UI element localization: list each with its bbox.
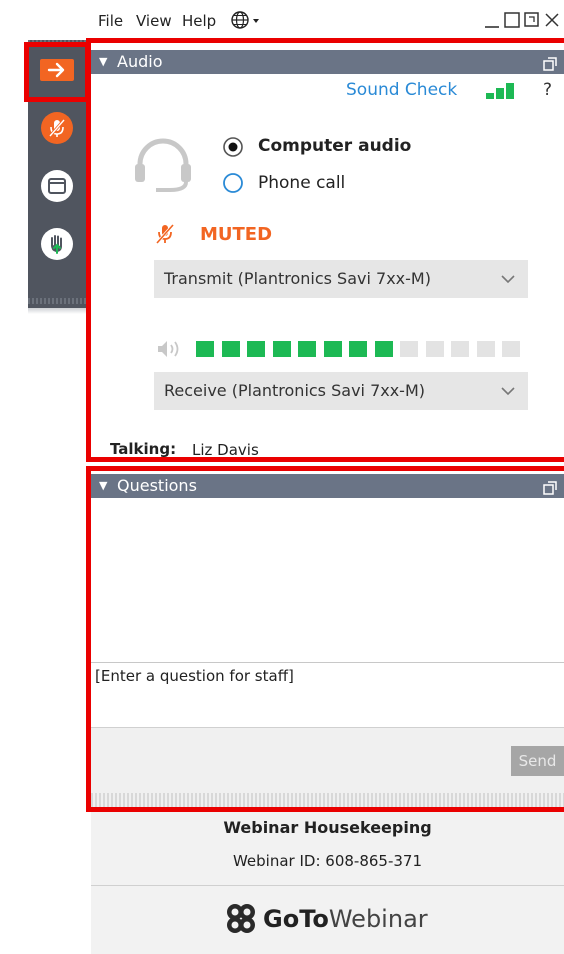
questions-action-bar xyxy=(91,727,564,793)
microphone-muted-small-icon xyxy=(154,222,176,250)
raise-hand-button[interactable] xyxy=(28,216,86,272)
transmit-device-value: Transmit (Plantronics Savi 7xx-M) xyxy=(164,269,431,288)
chevron-down-icon xyxy=(500,260,516,312)
microphone-muted-icon xyxy=(41,112,73,144)
minimize-icon[interactable] xyxy=(482,8,502,34)
talking-name: Liz Davis xyxy=(192,441,259,459)
level-segment xyxy=(323,341,342,357)
computer-audio-label[interactable]: Computer audio xyxy=(258,136,411,156)
level-segment xyxy=(425,341,444,357)
question-input-placeholder: [Enter a question for staff] xyxy=(95,667,294,685)
receive-device-select[interactable]: Receive (Plantronics Savi 7xx-M) xyxy=(154,372,528,410)
transmit-device-select[interactable]: Transmit (Plantronics Savi 7xx-M) xyxy=(154,260,528,298)
questions-pane-title: Questions xyxy=(117,476,197,495)
gotowebinar-logo: GoTo Webinar xyxy=(223,902,428,936)
raise-hand-icon xyxy=(41,228,73,260)
menu-view[interactable]: View xyxy=(136,12,172,30)
close-icon[interactable] xyxy=(542,8,562,34)
window-icon xyxy=(41,170,73,202)
signal-bars-icon xyxy=(486,82,518,104)
collapse-triangle-icon: ▼ xyxy=(99,479,108,492)
level-segment xyxy=(272,341,291,357)
computer-audio-radio[interactable] xyxy=(222,136,244,162)
send-button[interactable]: Send xyxy=(511,746,564,776)
speaker-icon xyxy=(156,338,186,364)
sound-check-link[interactable]: Sound Check xyxy=(346,80,457,100)
brand-goto: GoTo xyxy=(263,905,329,933)
popout-icon[interactable] xyxy=(543,54,557,78)
mute-toggle-button[interactable] xyxy=(28,100,86,156)
level-segment xyxy=(196,341,214,357)
toolbar-grip-bottom xyxy=(28,298,86,304)
menu-bar: File View Help xyxy=(90,0,564,38)
globe-language-icon[interactable] xyxy=(230,9,264,35)
gotowebinar-flower-icon xyxy=(227,904,255,933)
brand-webinar: Webinar xyxy=(328,905,428,933)
menu-help[interactable]: Help xyxy=(182,12,216,30)
chevron-down-icon xyxy=(500,372,516,424)
webinar-id: Webinar ID: 608-865-371 xyxy=(232,852,423,870)
maximize-icon[interactable] xyxy=(502,8,522,34)
footer-title: Webinar Housekeeping xyxy=(223,818,432,837)
level-segment xyxy=(476,341,495,357)
audio-pane-title: Audio xyxy=(117,52,163,71)
footer-divider xyxy=(91,885,564,886)
audio-pane-header[interactable]: ▼ Audio xyxy=(91,50,564,74)
questions-pane-header[interactable]: ▼ Questions xyxy=(91,474,564,498)
phone-call-radio[interactable] xyxy=(222,172,244,198)
restore-icon[interactable] xyxy=(522,8,542,34)
question-input[interactable]: [Enter a question for staff] xyxy=(91,663,564,727)
muted-status: MUTED xyxy=(200,224,273,245)
phone-call-label[interactable]: Phone call xyxy=(258,173,345,193)
level-segment xyxy=(221,341,240,357)
level-segment xyxy=(400,341,418,357)
headset-icon xyxy=(130,132,196,202)
level-segment xyxy=(502,341,520,357)
questions-log xyxy=(91,498,564,662)
footer: Webinar Housekeeping Webinar ID: 608-865… xyxy=(91,812,564,954)
speaker-level-meter xyxy=(196,341,528,357)
level-segment xyxy=(247,341,265,357)
collapse-triangle-icon: ▼ xyxy=(99,55,108,68)
resize-grip[interactable] xyxy=(91,793,564,807)
help-icon[interactable]: ? xyxy=(543,80,552,100)
level-segment xyxy=(374,341,393,357)
screen-viewer-button[interactable] xyxy=(28,158,86,214)
talking-label: Talking: xyxy=(110,440,177,458)
receive-device-value: Receive (Plantronics Savi 7xx-M) xyxy=(164,381,425,400)
level-segment xyxy=(349,341,367,357)
menu-file[interactable]: File xyxy=(98,12,123,30)
highlight-collapse-button xyxy=(24,42,90,102)
level-segment xyxy=(298,341,316,357)
level-segment xyxy=(451,341,469,357)
